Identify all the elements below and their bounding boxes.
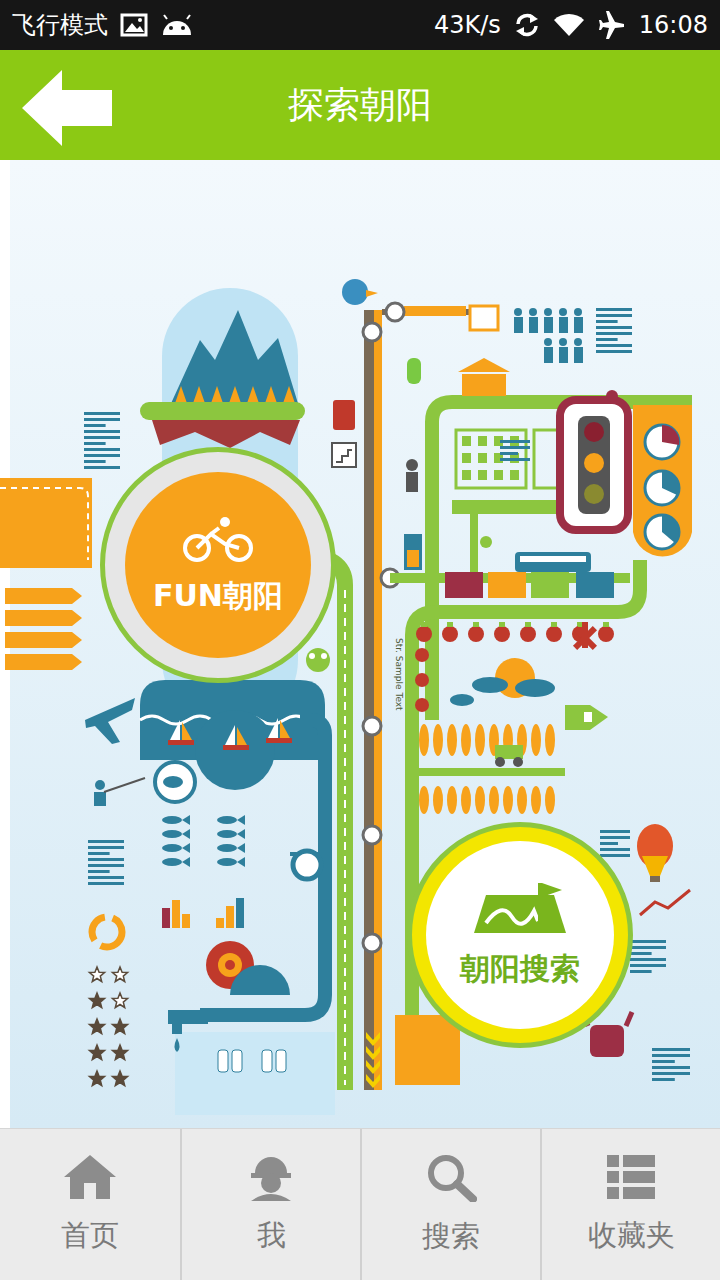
chaoyang-search-hub[interactable]: 朝阳搜索 xyxy=(407,822,633,1048)
hub-disc: FUN朝阳 xyxy=(125,472,311,658)
nav-item[interactable]: 我 xyxy=(180,1129,360,1280)
speed-text: 43K/s xyxy=(434,11,501,39)
nav-item[interactable]: 首页 xyxy=(0,1129,180,1280)
bicycle-icon xyxy=(181,514,255,568)
nav-label: 收藏夹 xyxy=(588,1216,675,1256)
status-left: 飞行模式 xyxy=(12,9,194,41)
favorites-list-icon xyxy=(605,1153,657,1208)
image-icon xyxy=(120,12,148,38)
clock-text: 16:08 xyxy=(639,11,708,39)
mode-text: 飞行模式 xyxy=(12,9,108,41)
hub-label[interactable]: FUN朝阳 xyxy=(153,576,283,617)
street-label: Str. Sample Text xyxy=(394,638,404,711)
home-icon xyxy=(62,1153,118,1208)
header: 探索朝阳 xyxy=(0,50,720,160)
airplane-icon xyxy=(597,11,627,39)
nav-item[interactable]: 搜索 xyxy=(360,1129,540,1280)
nav-label: 我 xyxy=(257,1216,286,1256)
sync-icon xyxy=(513,11,541,39)
nav-label: 搜索 xyxy=(422,1217,480,1257)
page-title: 探索朝阳 xyxy=(148,81,572,130)
nav-item[interactable]: 收藏夹 xyxy=(540,1129,720,1280)
nav-label: 首页 xyxy=(61,1216,119,1256)
profile-icon xyxy=(245,1153,297,1208)
map-flag-icon xyxy=(472,881,568,941)
wifi-icon xyxy=(553,12,585,38)
status-right: 43K/s 16:08 xyxy=(434,11,708,39)
status-bar: 飞行模式 43K/s 16:08 xyxy=(0,0,720,50)
back-arrow-icon[interactable] xyxy=(20,68,114,148)
bottom-nav: 首页 我 搜索 收藏夹 xyxy=(0,1128,720,1280)
infographic-map: FUN朝阳朝阳搜索 Str. Sample Text xyxy=(0,160,720,1128)
hub-label[interactable]: 朝阳搜索 xyxy=(460,949,580,990)
android-icon xyxy=(160,13,194,37)
search-icon xyxy=(425,1152,477,1209)
hub-disc: 朝阳搜索 xyxy=(426,841,614,1029)
fun-chaoyang-hub[interactable]: FUN朝阳 xyxy=(100,447,336,683)
